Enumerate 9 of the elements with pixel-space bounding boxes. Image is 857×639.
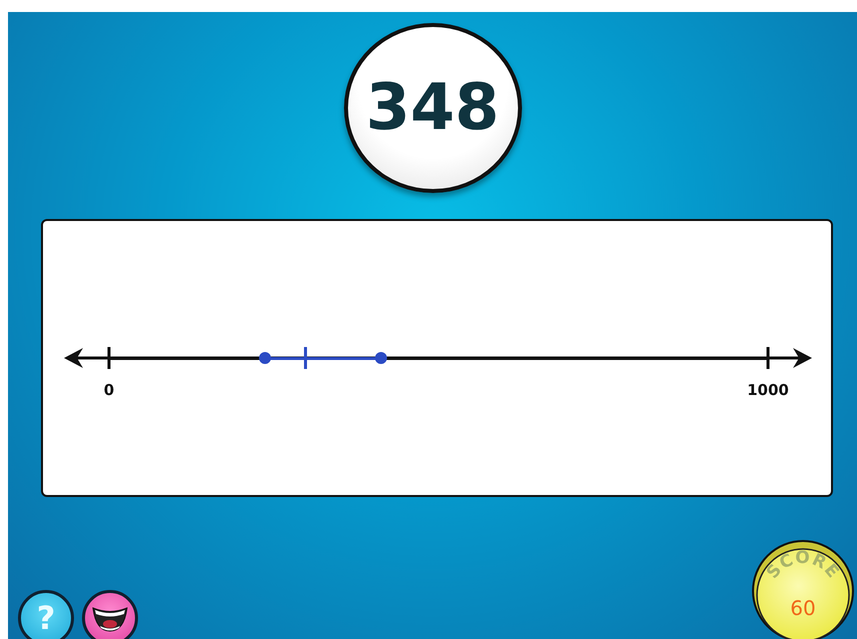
tick-label: 0 bbox=[104, 381, 114, 399]
help-button[interactable]: ? bbox=[18, 590, 74, 639]
score-coin: SCORE 60 bbox=[751, 539, 855, 639]
range-end-dot[interactable] bbox=[374, 352, 386, 364]
range-start-dot[interactable] bbox=[259, 352, 272, 364]
estimate-marker[interactable] bbox=[304, 347, 308, 369]
laughing-face-button[interactable] bbox=[82, 590, 138, 639]
tick-label: 1000 bbox=[747, 381, 789, 399]
target-number: 348 bbox=[344, 23, 522, 193]
